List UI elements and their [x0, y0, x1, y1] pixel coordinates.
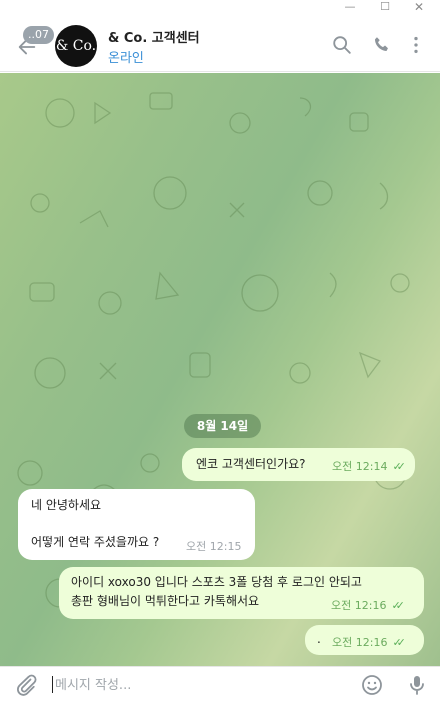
search-button[interactable]: [331, 34, 353, 56]
date-separator: 8월 14일: [184, 414, 261, 438]
incoming-message[interactable]: 네 안녕하세요 어떻게 연락 주셨을까요 ? 오전 12:15: [18, 489, 255, 560]
chat-header: ..07 & Co. & Co. 고객센터 온라인: [0, 18, 440, 72]
read-checks-icon: ✓✓: [391, 599, 405, 612]
read-checks-icon: ✓✓: [392, 636, 406, 649]
outgoing-message[interactable]: . 오전 12:16 ✓✓: [305, 625, 424, 655]
call-button[interactable]: [371, 34, 393, 56]
message-text-line: 어떻게 연락 주셨을까요 ?: [31, 535, 160, 549]
minimize-button[interactable]: —: [333, 0, 367, 18]
message-meta: 오전 12:16 ✓✓: [331, 596, 405, 615]
close-window-button[interactable]: ✕: [402, 0, 436, 18]
message-meta: 오전 12:16 ✓✓: [332, 633, 406, 652]
message-composer: [0, 666, 440, 702]
emoji-icon: [362, 675, 382, 695]
maximize-button[interactable]: ☐: [368, 0, 402, 18]
more-button[interactable]: [405, 34, 427, 56]
message-text-line: 아이디 xoxo30 입니다 스포츠 3폴 당첨 후 로그인 안되고: [71, 575, 362, 589]
text-cursor: [52, 676, 53, 693]
paperclip-icon: [17, 674, 37, 696]
emoji-button[interactable]: [360, 673, 384, 697]
more-vertical-icon: [414, 36, 418, 54]
chat-title[interactable]: & Co. 고객센터: [108, 27, 200, 46]
window-titlebar: — ☐ ✕: [0, 0, 440, 18]
read-checks-icon: ✓✓: [392, 460, 406, 473]
message-time: 오전 12:14: [332, 460, 388, 473]
message-text-line: 네 안녕하세요: [31, 498, 102, 512]
unread-badge: ..07: [23, 26, 54, 44]
message-input[interactable]: [55, 673, 345, 697]
message-text: .: [317, 632, 321, 646]
outgoing-message[interactable]: 아이디 xoxo30 입니다 스포츠 3폴 당첨 후 로그인 안되고 총판 형배…: [59, 567, 424, 619]
online-status: 온라인: [108, 51, 144, 66]
search-icon: [333, 36, 351, 54]
microphone-icon: [410, 676, 424, 695]
message-meta: 오전 12:14 ✓✓: [332, 457, 406, 476]
message-time: 오전 12:16: [332, 636, 388, 649]
message-time: 오전 12:15: [186, 540, 242, 553]
chat-area[interactable]: 8월 14일 엔코 고객센터인가요? 오전 12:14 ✓✓ 네 안녕하세요 어떻…: [0, 73, 440, 666]
phone-icon: [374, 37, 388, 51]
voice-button[interactable]: [405, 673, 429, 697]
avatar[interactable]: & Co.: [55, 25, 97, 67]
outgoing-message[interactable]: 엔코 고객센터인가요? 오전 12:14 ✓✓: [182, 448, 415, 481]
message-text-line: 총판 형배님이 먹튀한다고 카톡해서요: [71, 594, 260, 608]
message-text: 엔코 고객센터인가요?: [196, 457, 306, 471]
attach-button[interactable]: [14, 673, 38, 697]
message-time: 오전 12:16: [331, 599, 387, 612]
